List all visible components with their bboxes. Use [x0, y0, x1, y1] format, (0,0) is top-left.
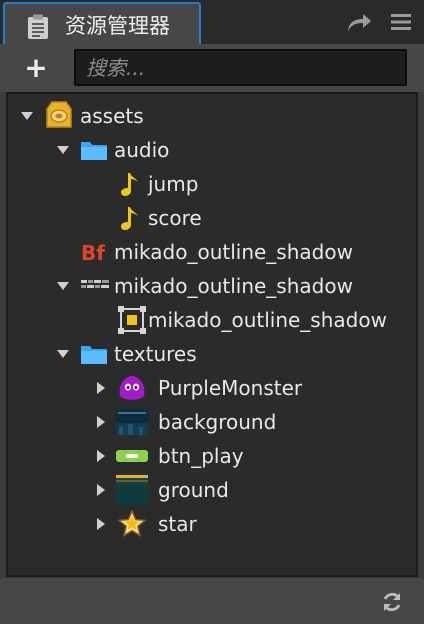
tree-item-label: mikado_outline_shadow: [114, 274, 353, 298]
clipboard-icon: [28, 14, 48, 39]
tree-item-label: background: [158, 410, 277, 434]
tree-item-label: star: [158, 512, 197, 536]
tree-item-label: ground: [158, 478, 229, 502]
ground-thumbnail-icon: [116, 475, 148, 505]
expand-arrow-down-icon[interactable]: [56, 143, 70, 157]
status-bar: [0, 578, 424, 624]
audio-note-icon: [121, 207, 138, 230]
folder-icon: [81, 346, 107, 364]
expand-arrow-down-icon[interactable]: [56, 279, 70, 293]
toolbar: +: [0, 44, 424, 92]
audio-note-icon: [121, 173, 138, 196]
tab-assets[interactable]: 资源管理器: [3, 2, 201, 44]
add-asset-button[interactable]: +: [22, 54, 50, 82]
search-input[interactable]: [74, 49, 407, 86]
bitmap-font-icon: Bf: [80, 239, 108, 265]
expand-arrow-right-icon[interactable]: [94, 517, 108, 531]
tree-item-label: textures: [114, 342, 197, 366]
tab-title: 资源管理器: [65, 14, 170, 38]
tree-item-label: mikado_outline_shadow: [114, 240, 353, 264]
refresh-icon[interactable]: [380, 590, 404, 614]
folder-icon: [81, 142, 107, 160]
purple-monster-icon: [119, 376, 145, 400]
share-icon[interactable]: [345, 10, 373, 34]
tree-item-label: score: [148, 206, 202, 230]
tree-item-label: jump: [148, 172, 199, 196]
star-icon: [118, 510, 146, 538]
expand-arrow-right-icon[interactable]: [94, 381, 108, 395]
background-thumbnail-icon: [116, 409, 148, 435]
expand-arrow-right-icon[interactable]: [94, 415, 108, 429]
expand-arrow-right-icon[interactable]: [94, 483, 108, 497]
tree-item-label: btn_play: [158, 444, 244, 468]
tree-item-label: assets: [80, 104, 144, 128]
asset-tree: assets audio jump score Bf mikado_outlin…: [6, 92, 418, 577]
svg-text:Bf: Bf: [81, 241, 105, 265]
tree-item-label: audio: [114, 138, 170, 162]
tree-item-label: mikado_outline_shadow: [148, 308, 387, 332]
button-thumbnail-icon: [116, 450, 148, 462]
tab-bar: 资源管理器: [0, 0, 424, 44]
tree-item-label: PurpleMonster: [158, 376, 303, 400]
database-icon: [46, 101, 72, 128]
expand-arrow-down-icon[interactable]: [56, 347, 70, 361]
expand-arrow-down-icon[interactable]: [20, 109, 34, 123]
texture-thumbnail-icon: [80, 278, 110, 292]
hamburger-menu-icon[interactable]: [390, 11, 412, 33]
sprite-frame-icon: [118, 306, 146, 334]
expand-arrow-right-icon[interactable]: [94, 449, 108, 463]
